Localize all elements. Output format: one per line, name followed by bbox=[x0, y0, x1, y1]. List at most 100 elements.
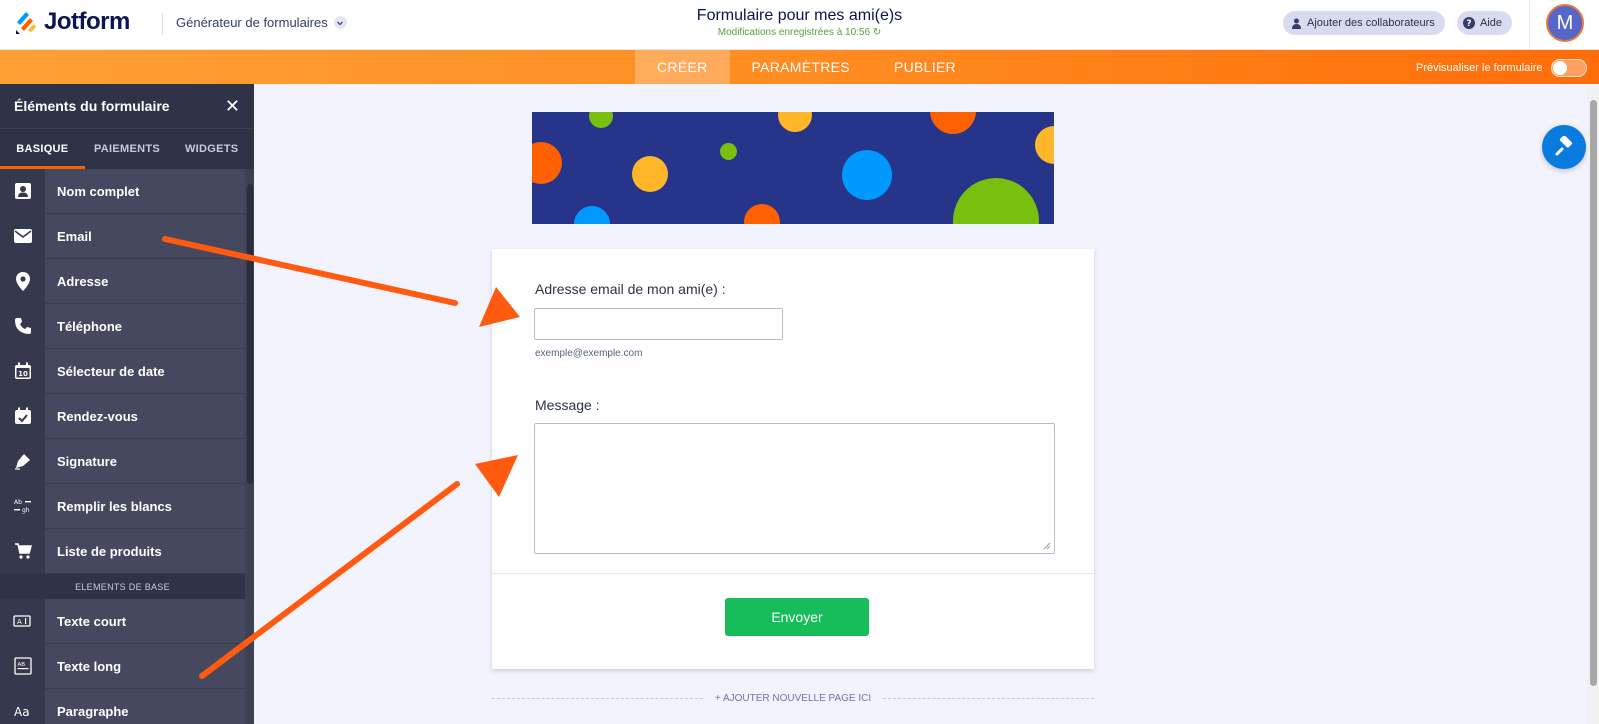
element-label: Texte court bbox=[57, 613, 127, 629]
element-rendez-vous[interactable]: Rendez-vous bbox=[0, 393, 245, 439]
page-scroll-thumb[interactable] bbox=[1590, 100, 1597, 686]
top-header: Jotform Générateur de formulaires Formul… bbox=[0, 0, 1599, 50]
long-text-icon: AB bbox=[0, 643, 45, 689]
element-label: Rendez-vous bbox=[57, 408, 138, 424]
tab-basique[interactable]: BASIQUE bbox=[0, 129, 85, 169]
element-remplir-blancs[interactable]: Ab gh Remplir les blancs bbox=[0, 483, 245, 529]
tab-parametres[interactable]: PARAMÈTRES bbox=[730, 50, 872, 84]
decor-dot bbox=[589, 112, 613, 128]
element-label: Liste de produits bbox=[57, 543, 162, 559]
decor-dot bbox=[532, 142, 562, 184]
tab-publier[interactable]: PUBLIER bbox=[872, 50, 978, 84]
calendar-10-icon: 10 bbox=[0, 348, 45, 394]
sidebar-tabs: BASIQUE PAIEMENTS WIDGETS bbox=[0, 128, 254, 169]
decor-dot bbox=[778, 112, 812, 132]
element-texte-court[interactable]: A Texte court bbox=[0, 598, 245, 644]
decor-dot bbox=[744, 204, 780, 224]
form-designer-button[interactable] bbox=[1542, 125, 1586, 169]
builder-nav: CRÉER PARAMÈTRES PUBLIER Prévisualiser l… bbox=[0, 50, 1599, 84]
element-signature[interactable]: Signature bbox=[0, 438, 245, 484]
email-field[interactable] bbox=[534, 308, 783, 340]
element-label: Email bbox=[57, 228, 92, 244]
element-list: Nom complet Email Adresse Téléphone 10 S… bbox=[0, 168, 245, 724]
element-telephone[interactable]: Téléphone bbox=[0, 303, 245, 349]
message-textarea[interactable] bbox=[534, 423, 1055, 554]
sidebar-title: Éléments du formulaire bbox=[14, 98, 170, 114]
add-collaborators-button[interactable]: Ajouter des collaborateurs bbox=[1283, 11, 1445, 35]
submit-button[interactable]: Envoyer bbox=[725, 598, 869, 636]
toggle-knob bbox=[1552, 61, 1567, 75]
decor-dot bbox=[930, 112, 976, 134]
builder-tabs: CRÉER PARAMÈTRES PUBLIER bbox=[635, 50, 978, 84]
element-label: Signature bbox=[57, 453, 117, 469]
dashed-line bbox=[492, 698, 703, 699]
svg-text:Aa: Aa bbox=[14, 705, 30, 719]
element-adresse[interactable]: Adresse bbox=[0, 258, 245, 304]
message-label: Message : bbox=[535, 397, 600, 413]
svg-text:AB: AB bbox=[17, 662, 25, 668]
decor-dot bbox=[842, 150, 892, 200]
decor-dot bbox=[720, 143, 737, 160]
question-icon: ? bbox=[1463, 17, 1475, 29]
decor-dot bbox=[953, 178, 1039, 224]
section-header-basic: ELEMENTS DE BASE bbox=[0, 574, 245, 599]
fill-blanks-icon: Ab gh bbox=[0, 483, 45, 529]
element-label: Sélecteur de date bbox=[57, 363, 165, 379]
dashed-line bbox=[883, 698, 1094, 699]
envelope-icon bbox=[0, 213, 45, 259]
preview-label: Prévisualiser le formulaire bbox=[1416, 62, 1543, 74]
cart-icon bbox=[0, 528, 45, 574]
user-avatar[interactable]: M bbox=[1546, 4, 1584, 42]
resize-handle-icon[interactable] bbox=[1043, 542, 1051, 550]
element-nom-complet[interactable]: Nom complet bbox=[0, 168, 245, 214]
paragraph-icon: Aa bbox=[0, 688, 45, 724]
tab-paiements[interactable]: PAIEMENTS bbox=[85, 129, 170, 169]
decor-dot bbox=[1035, 126, 1054, 164]
tab-widgets[interactable]: WIDGETS bbox=[169, 129, 254, 169]
element-label: Téléphone bbox=[57, 318, 123, 334]
refresh-icon: ↻ bbox=[872, 27, 882, 38]
form-elements-sidebar: Éléments du formulaire ✕ BASIQUE PAIEMEN… bbox=[0, 84, 254, 724]
short-text-icon: A bbox=[0, 598, 45, 644]
svg-text:Ab: Ab bbox=[14, 499, 22, 506]
preview-form: Prévisualiser le formulaire bbox=[1416, 59, 1587, 77]
close-icon[interactable]: ✕ bbox=[225, 96, 240, 117]
user-icon bbox=[1292, 18, 1301, 29]
add-collaborators-label: Ajouter des collaborateurs bbox=[1307, 17, 1435, 29]
save-status-text: Modifications enregistrées à 10:56 bbox=[717, 27, 871, 38]
email-sublabel: exemple@exemple.com bbox=[535, 348, 643, 359]
add-page-divider: + AJOUTER NOUVELLE PAGE ICI bbox=[492, 693, 1094, 704]
header-divider-right bbox=[1529, 0, 1530, 50]
element-label: Nom complet bbox=[57, 183, 140, 199]
paint-roller-icon bbox=[1555, 136, 1573, 156]
element-label: Paragraphe bbox=[57, 703, 129, 719]
tab-creer[interactable]: CRÉER bbox=[635, 50, 730, 84]
svg-text:?: ? bbox=[1466, 19, 1471, 29]
id-card-icon bbox=[0, 168, 45, 214]
email-label: Adresse email de mon ami(e) : bbox=[535, 281, 726, 297]
help-button[interactable]: ? Aide bbox=[1457, 11, 1513, 35]
map-pin-icon bbox=[0, 258, 45, 304]
sidebar-header: Éléments du formulaire ✕ bbox=[0, 84, 254, 128]
element-label: Adresse bbox=[57, 273, 109, 289]
svg-text:A: A bbox=[17, 618, 22, 626]
decor-dot bbox=[632, 156, 668, 192]
card-divider bbox=[492, 573, 1094, 574]
element-email[interactable]: Email bbox=[0, 213, 245, 259]
sidebar-scroll-thumb[interactable] bbox=[247, 184, 253, 484]
element-paragraphe[interactable]: Aa Paragraphe bbox=[0, 688, 245, 724]
element-label: Remplir les blancs bbox=[57, 498, 172, 514]
element-liste-produits[interactable]: Liste de produits bbox=[0, 528, 245, 574]
form-header-image[interactable] bbox=[532, 112, 1054, 224]
phone-icon bbox=[0, 303, 45, 349]
help-label: Aide bbox=[1480, 17, 1503, 29]
element-texte-long[interactable]: AB Texte long bbox=[0, 643, 245, 689]
form-card: Adresse email de mon ami(e) : exemple@ex… bbox=[492, 249, 1094, 669]
add-page-button[interactable]: + AJOUTER NOUVELLE PAGE ICI bbox=[715, 693, 871, 704]
svg-text:gh: gh bbox=[22, 507, 30, 514]
preview-toggle[interactable] bbox=[1550, 59, 1587, 77]
calendar-check-icon bbox=[0, 393, 45, 439]
pen-nib-icon bbox=[0, 438, 45, 484]
element-label: Texte long bbox=[57, 658, 122, 674]
element-selecteur-date[interactable]: 10 Sélecteur de date bbox=[0, 348, 245, 394]
